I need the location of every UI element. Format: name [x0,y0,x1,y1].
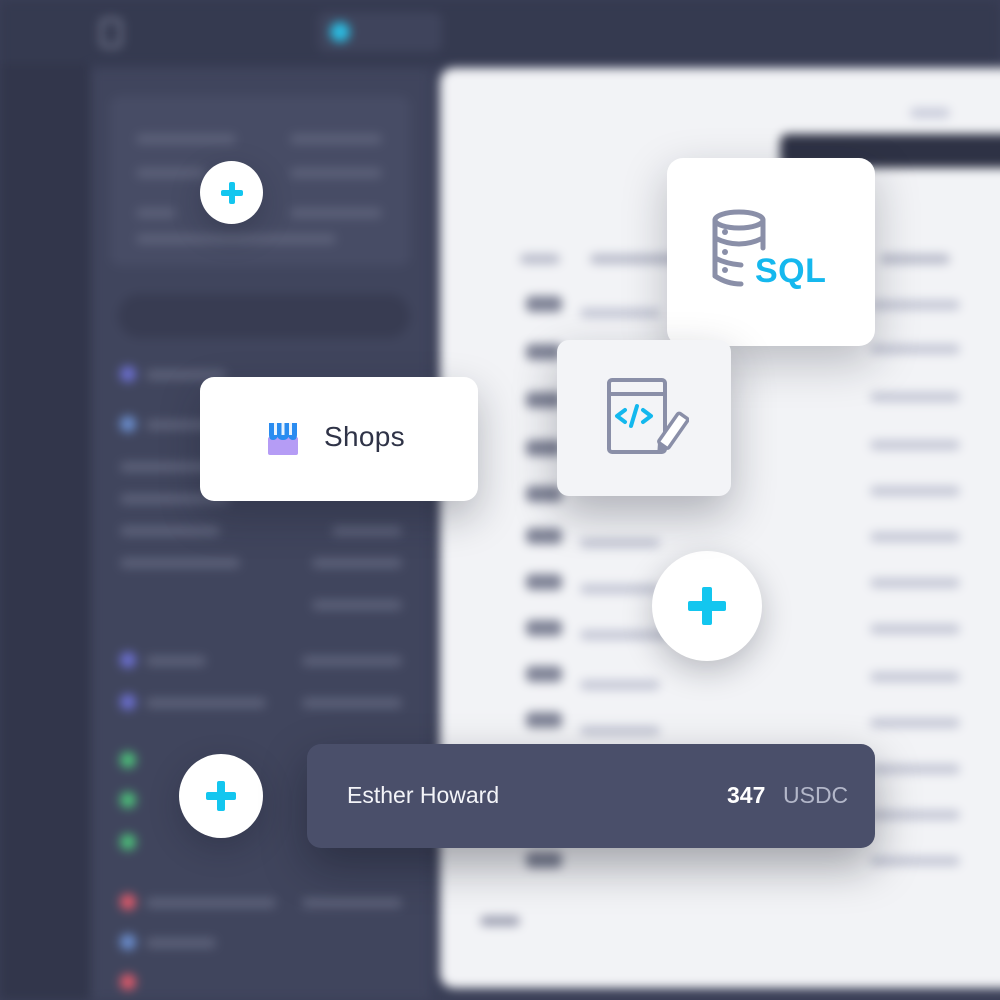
plus-icon [688,587,726,625]
balance-amount: 347 [727,782,766,808]
shops-card[interactable]: Shops [200,377,478,501]
plus-icon [220,181,243,204]
plus-icon [206,781,236,811]
user-balance-card[interactable]: Esther Howard 347 USDC [307,744,875,848]
network-chip [318,12,442,52]
left-panel [92,70,430,1000]
search-bar [118,294,410,338]
add-button-bottom[interactable] [179,754,263,838]
top-bar [0,0,1000,64]
nav-rail [0,0,90,1000]
code-card[interactable] [557,340,731,496]
add-button-middle[interactable] [652,551,762,661]
app-stage: Shops SQL Esther Howard 347 USDC [0,0,1000,1000]
sql-card[interactable]: SQL [667,158,875,346]
sql-label: SQL [755,252,827,290]
add-button-top[interactable] [200,161,263,224]
network-dot-icon [330,22,350,42]
shop-icon [268,423,298,455]
code-edit-icon [607,378,689,454]
shops-label: Shops [324,421,405,452]
balance-currency: USDC [783,782,849,808]
user-name: Esther Howard [347,782,500,808]
background-app-blurred [0,0,1000,1000]
app-logo-icon [100,18,122,48]
